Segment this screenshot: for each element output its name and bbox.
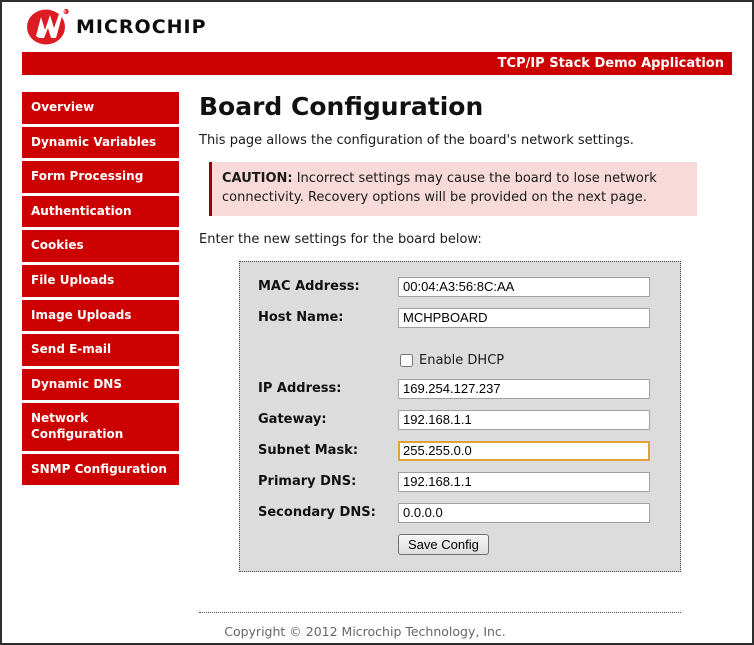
- ip-address-row: IP Address:: [258, 378, 680, 399]
- page-header: R MICROCHIP: [2, 2, 752, 46]
- form-spacer: [258, 339, 680, 353]
- subnet-mask-input[interactable]: [398, 440, 650, 461]
- sidebar-item-dynamic-variables[interactable]: Dynamic Variables: [22, 126, 179, 159]
- content-layout: Overview Dynamic Variables Form Processi…: [2, 75, 752, 639]
- sidebar-item-network-configuration[interactable]: Network Configuration: [22, 403, 179, 451]
- gateway-row: Gateway:: [258, 409, 680, 430]
- save-button-row: Save Config: [258, 533, 680, 555]
- copyright-text: Copyright © 2012 Microchip Technology, I…: [224, 623, 506, 639]
- mac-address-row: MAC Address:: [258, 276, 680, 297]
- page-footer: Copyright © 2012 Microchip Technology, I…: [199, 611, 681, 639]
- sidebar-item-dynamic-dns[interactable]: Dynamic DNS: [22, 368, 179, 401]
- host-name-input[interactable]: [398, 307, 650, 328]
- mac-address-label: MAC Address:: [258, 279, 360, 295]
- sidebar-item-snmp-configuration[interactable]: SNMP Configuration: [22, 453, 179, 486]
- secondary-dns-label: Secondary DNS:: [258, 505, 376, 521]
- enable-dhcp-label: Enable DHCP: [419, 352, 505, 368]
- ip-address-input[interactable]: [398, 378, 650, 399]
- caution-box: CAUTION: Incorrect settings may cause th…: [209, 162, 697, 216]
- secondary-dns-row: Secondary DNS:: [258, 502, 680, 523]
- primary-dns-label: Primary DNS:: [258, 474, 357, 490]
- enable-dhcp-row: Enable DHCP: [398, 353, 680, 368]
- caution-label: CAUTION:: [222, 171, 293, 186]
- ip-address-label: IP Address:: [258, 381, 342, 397]
- host-name-row: Host Name:: [258, 307, 680, 328]
- primary-dns-row: Primary DNS:: [258, 471, 680, 492]
- gateway-input[interactable]: [398, 409, 650, 430]
- sidebar-item-overview[interactable]: Overview: [22, 92, 179, 124]
- save-config-button[interactable]: Save Config: [398, 533, 489, 555]
- app-title: TCP/IP Stack Demo Application: [497, 56, 724, 71]
- sidebar-item-send-email[interactable]: Send E-mail: [22, 334, 179, 366]
- subnet-mask-row: Subnet Mask:: [258, 440, 680, 461]
- host-name-label: Host Name:: [258, 310, 344, 326]
- sidebar-item-authentication[interactable]: Authentication: [22, 195, 179, 228]
- enable-dhcp-checkbox[interactable]: [400, 353, 413, 367]
- gateway-label: Gateway:: [258, 412, 327, 428]
- mac-address-input[interactable]: [398, 276, 650, 297]
- brand-wordmark: MICROCHIP: [76, 16, 207, 38]
- main-content: Board Configuration This page allows the…: [199, 92, 732, 639]
- sidebar-item-file-uploads[interactable]: File Uploads: [22, 264, 179, 297]
- sidebar-item-cookies[interactable]: Cookies: [22, 230, 179, 262]
- primary-dns-input[interactable]: [398, 471, 650, 492]
- subnet-mask-label: Subnet Mask:: [258, 443, 359, 459]
- app-titlebar: TCP/IP Stack Demo Application: [22, 52, 732, 75]
- sidebar-item-image-uploads[interactable]: Image Uploads: [22, 299, 179, 332]
- intro-text: This page allows the configuration of th…: [199, 133, 634, 148]
- sidebar-item-form-processing[interactable]: Form Processing: [22, 161, 179, 193]
- secondary-dns-input[interactable]: [398, 502, 650, 523]
- enter-settings-text: Enter the new settings for the board bel…: [199, 231, 482, 247]
- microchip-logo-icon: R: [27, 8, 69, 45]
- network-settings-form: MAC Address: Host Name: Enable DHCP IP A…: [239, 260, 681, 572]
- page-title: Board Configuration: [199, 92, 484, 121]
- sidebar-nav: Overview Dynamic Variables Form Processi…: [22, 92, 179, 488]
